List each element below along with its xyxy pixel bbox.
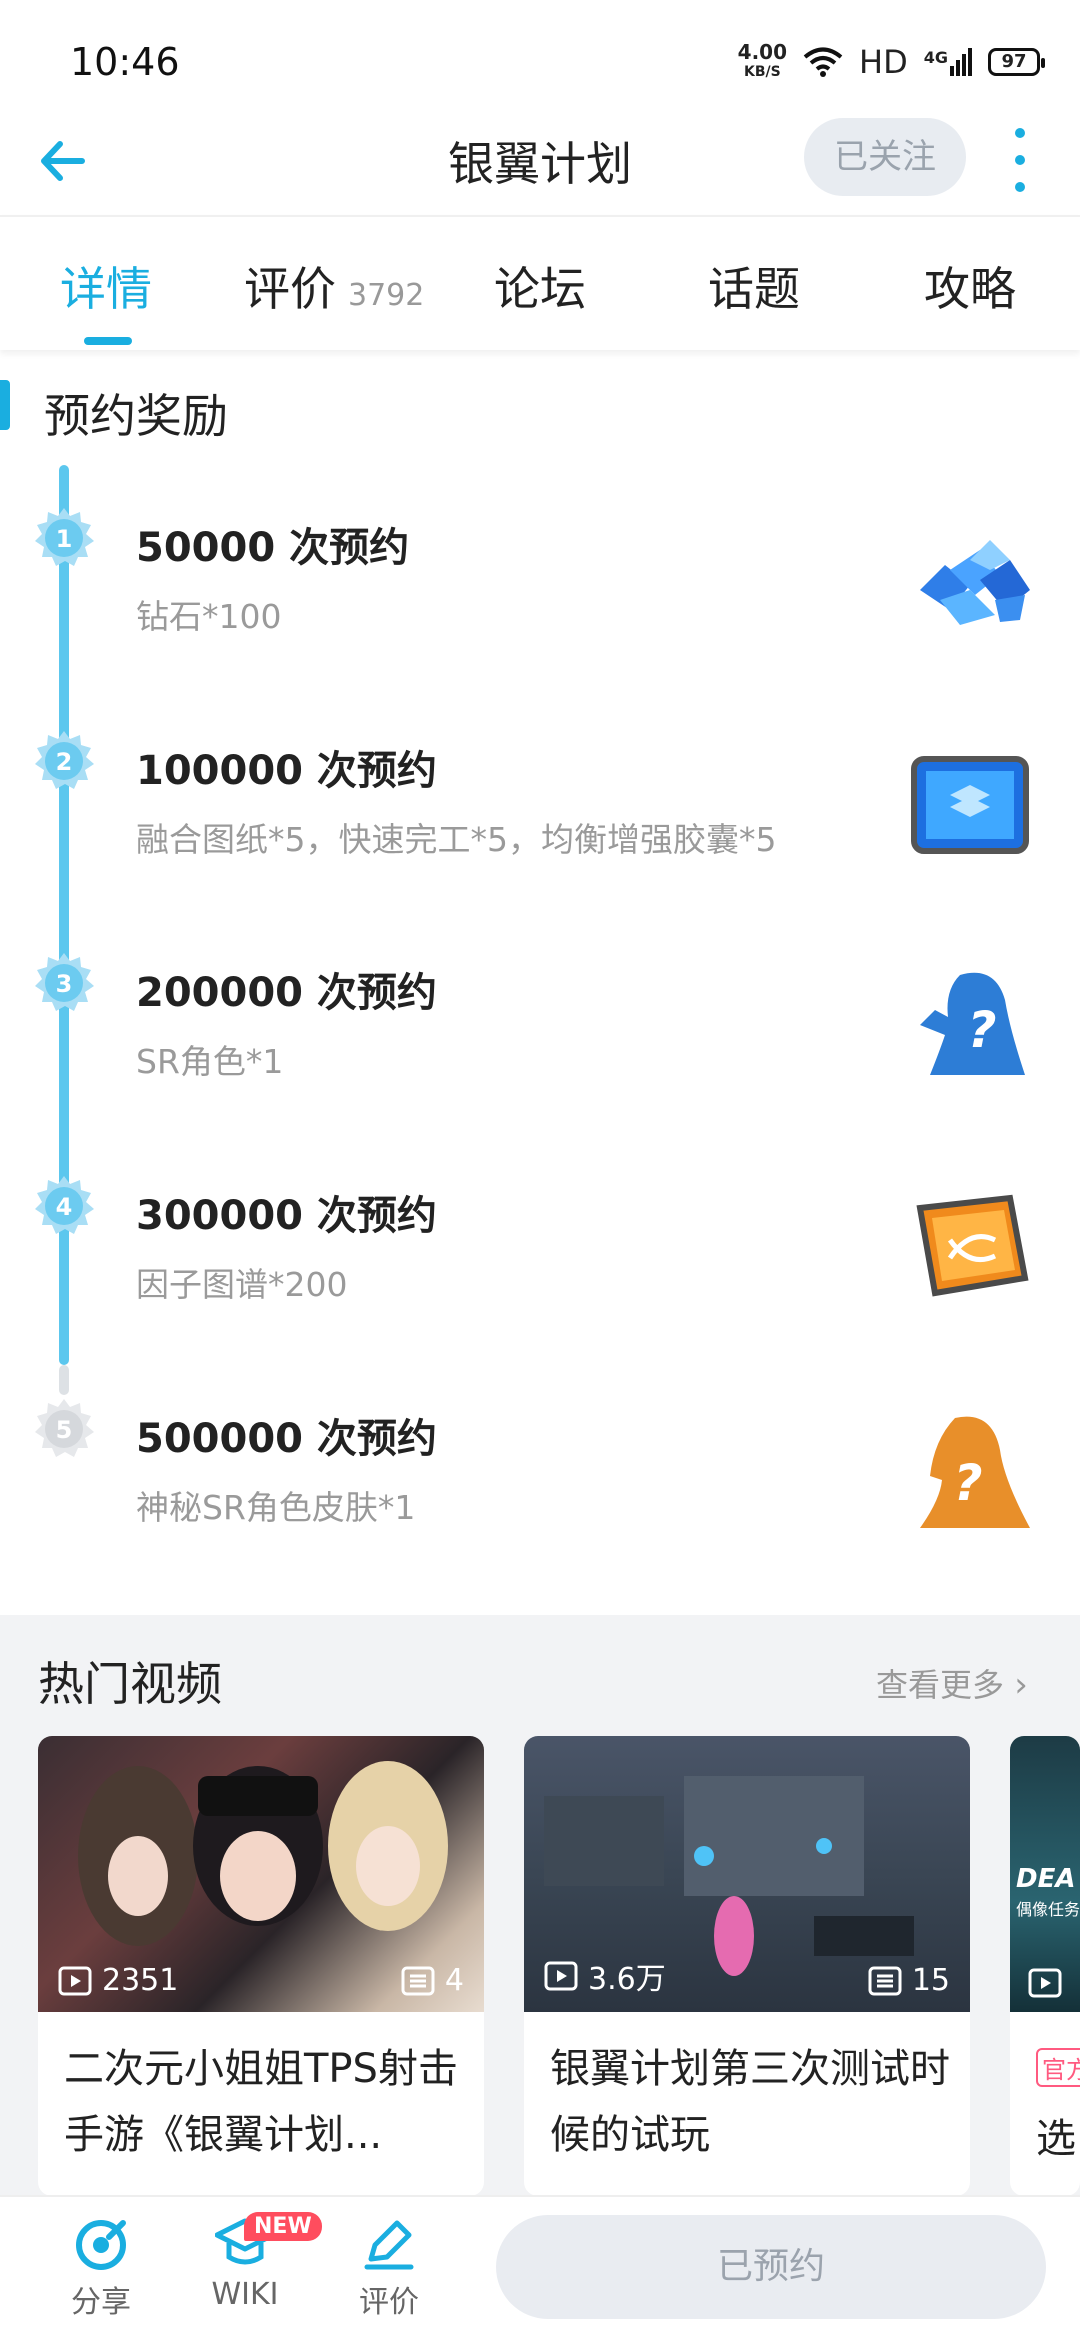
follow-button[interactable]: 已关注 (804, 118, 966, 196)
hd-indicator: HD (859, 43, 908, 81)
video-caption: 选 (1036, 2116, 1076, 2162)
reservation-rewards-header: 预约奖励 (0, 380, 1080, 450)
play-icon (58, 1966, 92, 1995)
share-icon (76, 2220, 126, 2270)
video-thumbnail: 3.6万 15 (524, 1736, 970, 2012)
milestone-badge-1: 1 (35, 508, 94, 566)
video-thumbnail: DEA 偶像任务 (1010, 1736, 1080, 2012)
reward-desc: SR角色*1 (136, 1042, 284, 1081)
play-count: 3.6万 (544, 1954, 666, 1998)
tab-forum[interactable]: 论坛 (494, 253, 586, 319)
reward-desc: 钻石*100 (136, 597, 282, 636)
view-more-link[interactable]: 查看更多 › (876, 1660, 1028, 1706)
video-caption: 银翼计划第三次测试时候的试玩 (550, 2046, 950, 2158)
top-bar: 银翼计划 已关注 (0, 110, 1080, 215)
tab-guides[interactable]: 攻略 (924, 253, 1016, 319)
pencil-icon (364, 2220, 414, 2270)
timeline-line-pending (59, 1365, 69, 1395)
official-tag: 官方 (1036, 2048, 1080, 2087)
svg-text:1: 1 (56, 525, 73, 553)
review-count: 3792 (348, 278, 425, 313)
tab-topics[interactable]: 话题 (708, 253, 800, 319)
play-icon (1028, 1968, 1062, 1998)
net-speed: 4.00 KB/S (737, 40, 788, 80)
reward-desc: 融合图纸*5，快速完工*5，均衡增强胶囊*5 (136, 820, 777, 859)
milestone-badge-4: 4 (35, 1176, 94, 1234)
share-button[interactable]: 分享 (46, 2215, 156, 2321)
milestone-badge-5: 5 (35, 1399, 94, 1457)
diamond-pile-icon (920, 540, 1030, 625)
mystery-character-icon: ? (920, 972, 1025, 1075)
tab-details[interactable]: 详情 (60, 253, 152, 319)
svg-text:?: ? (967, 1001, 996, 1059)
svg-text:3: 3 (56, 970, 73, 998)
video-thumbnail: 2351 4 (38, 1736, 484, 2012)
play-count: 2351 (58, 1963, 178, 1998)
reward-title: 300000 次预约 (136, 1193, 437, 1239)
signal-icon: 4G (924, 48, 972, 76)
svg-text:?: ? (953, 1454, 982, 1512)
tab-indicator (84, 337, 132, 345)
chevron-right-icon: › (1014, 1665, 1028, 1705)
video-card[interactable]: DEA 偶像任务 官方 选 (1010, 1736, 1080, 2196)
thumb-text: DEA (1016, 1864, 1076, 1894)
video-card[interactable]: 2351 4 二次元小姐姐TPS射击手游《银翼计划... (38, 1736, 484, 2196)
svg-text:5: 5 (56, 1416, 73, 1444)
reward-desc: 神秘SR角色皮肤*1 (136, 1488, 416, 1527)
thumb-subtext: 偶像任务 (1016, 1900, 1080, 1919)
episode-count: 4 (401, 1963, 464, 1998)
status-bar: 10:46 4.00 KB/S HD 4G 97 (0, 0, 1080, 110)
reward-title: 500000 次预约 (136, 1416, 437, 1462)
section-accent-bar (0, 380, 10, 430)
svg-text:2: 2 (56, 748, 73, 776)
list-icon (401, 1966, 435, 1995)
dna-chip-icon (916, 1194, 1029, 1297)
section-title: 预约奖励 (44, 389, 228, 443)
new-badge: NEW (244, 2212, 322, 2241)
episode-count: 15 (868, 1963, 950, 1998)
wifi-icon (803, 47, 843, 77)
tab-reviews[interactable]: 评价 3792 (244, 253, 424, 319)
status-icons: 4.00 KB/S HD 4G 97 (737, 40, 1045, 82)
battery-icon: 97 (988, 48, 1045, 76)
reserved-button[interactable]: 已预约 (496, 2215, 1046, 2319)
blueprint-icon (911, 756, 1029, 854)
hot-videos-title: 热门视频 (38, 1657, 222, 1711)
video-card[interactable]: 3.6万 15 银翼计划第三次测试时候的试玩 (524, 1736, 970, 2196)
milestone-badge-3: 3 (35, 953, 94, 1011)
video-caption: 二次元小姐姐TPS射击手游《银翼计划... (64, 2046, 458, 2158)
review-button[interactable]: 评价 (334, 2215, 444, 2321)
reward-title: 200000 次预约 (136, 970, 437, 1016)
reward-desc: 因子图谱*200 (136, 1265, 348, 1304)
list-icon (868, 1966, 902, 1995)
reward-title: 100000 次预约 (136, 748, 437, 794)
tab-bar: 详情 评价 3792 论坛 话题 攻略 (0, 215, 1080, 350)
reward-title: 50000 次预约 (136, 525, 410, 571)
svg-text:4: 4 (56, 1193, 73, 1221)
mystery-skin-icon: ? (920, 1416, 1030, 1528)
milestone-badge-2: 2 (35, 731, 94, 789)
play-icon (544, 1961, 578, 1991)
status-time: 10:46 (70, 40, 180, 84)
more-menu-icon[interactable] (1008, 128, 1032, 192)
